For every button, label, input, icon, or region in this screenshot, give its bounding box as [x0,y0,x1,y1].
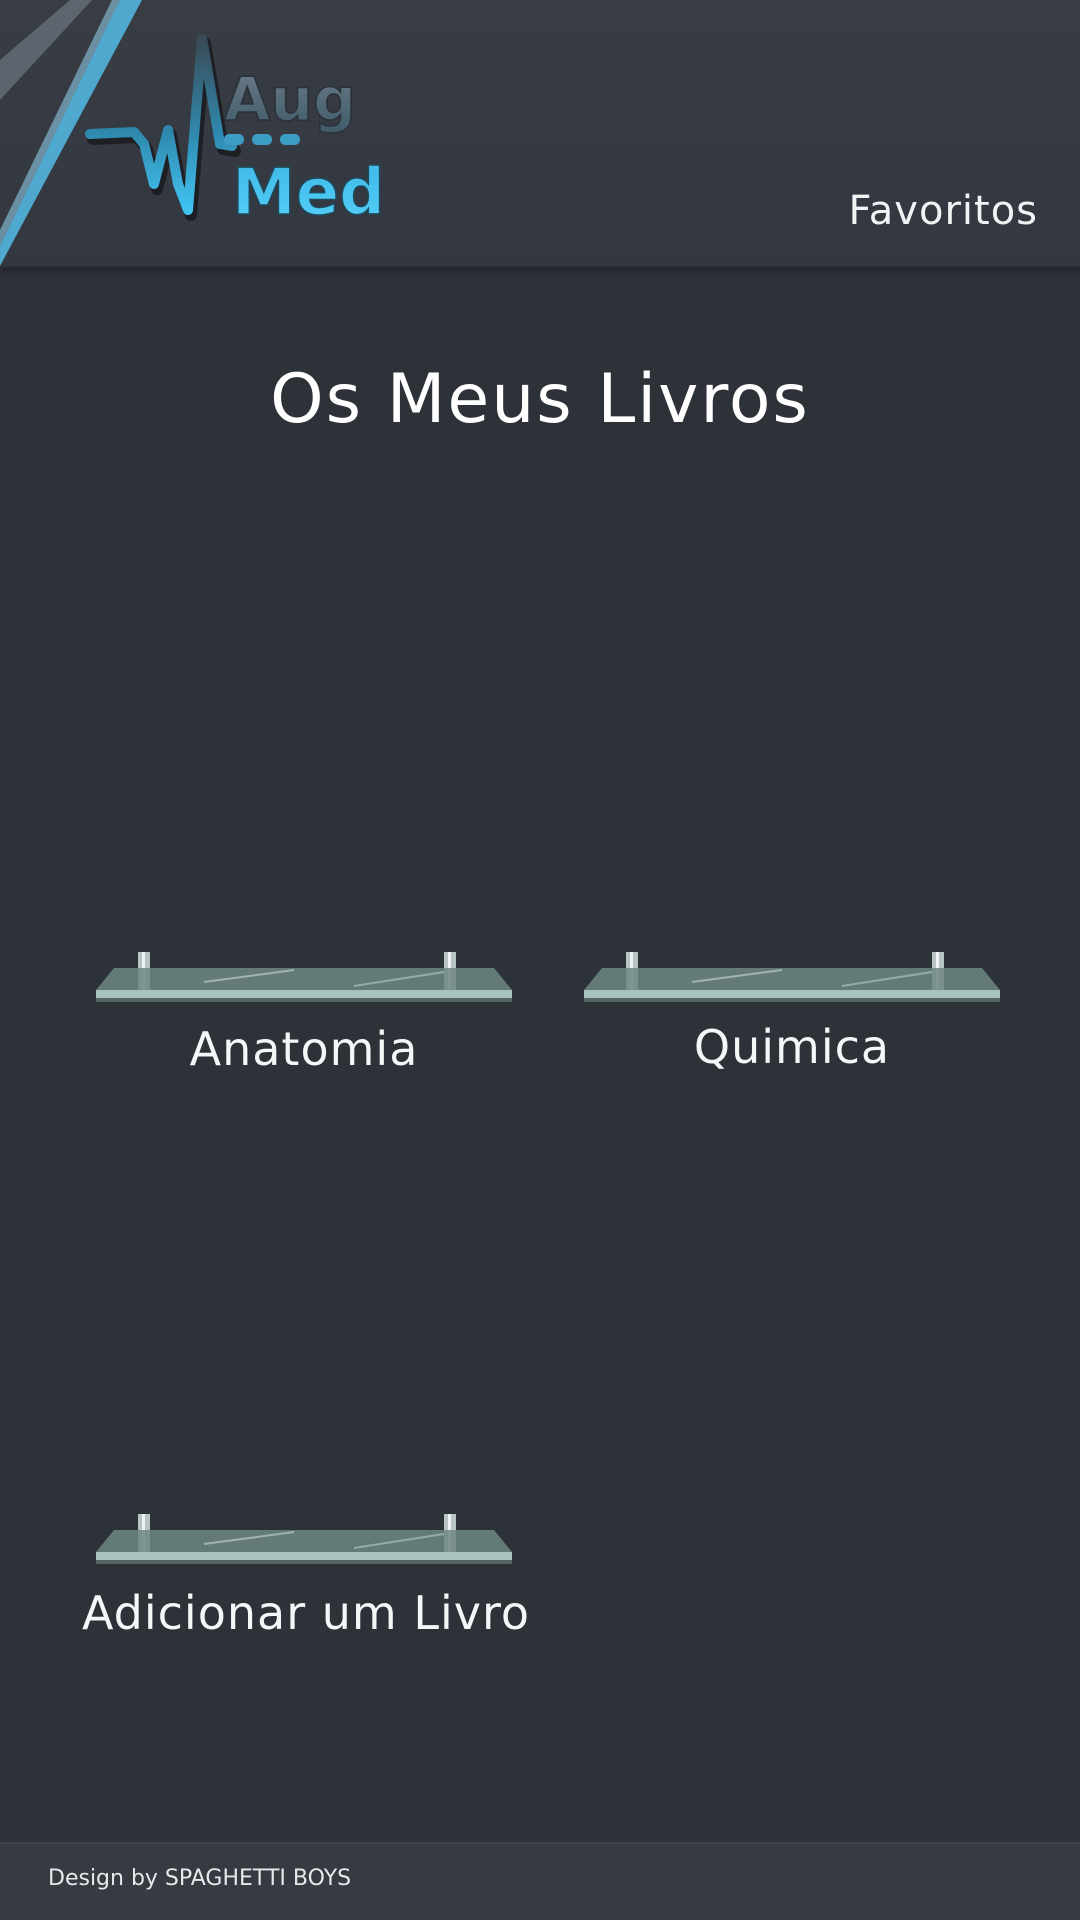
glass-shelf-icon [584,952,1000,1002]
glass-shelf-icon [96,952,512,1002]
shelf-quimica[interactable]: Quimica [572,950,1012,1080]
glass-shelf-icon [96,1514,512,1564]
add-book-label: Adicionar um Livro [82,1586,530,1640]
favorites-link[interactable]: Favoritos [848,188,1038,234]
heartbeat-pulse-icon: Aug Med [85,33,386,231]
page-title: Os Meus Livros [270,360,810,439]
shelf-label-anatomia: Anatomia [189,1022,419,1076]
app-screen: Aug Med Favoritos Os Meus Livros Anatomi… [0,0,1080,1920]
augmed-logo: Aug Med [84,33,414,234]
logo-text-aug: Aug [224,65,356,135]
add-book-shelf[interactable]: Adicionar um Livro [82,1512,530,1642]
design-credit: Design by SPAGHETTI BOYS [48,1866,352,1891]
shelf-label-quimica: Quimica [693,1020,891,1074]
app-footer: Design by SPAGHETTI BOYS [0,1842,1080,1920]
shelf-anatomia[interactable]: Anatomia [84,950,524,1080]
logo-text-med: Med [232,156,385,230]
app-header: Aug Med Favoritos [0,0,1080,268]
